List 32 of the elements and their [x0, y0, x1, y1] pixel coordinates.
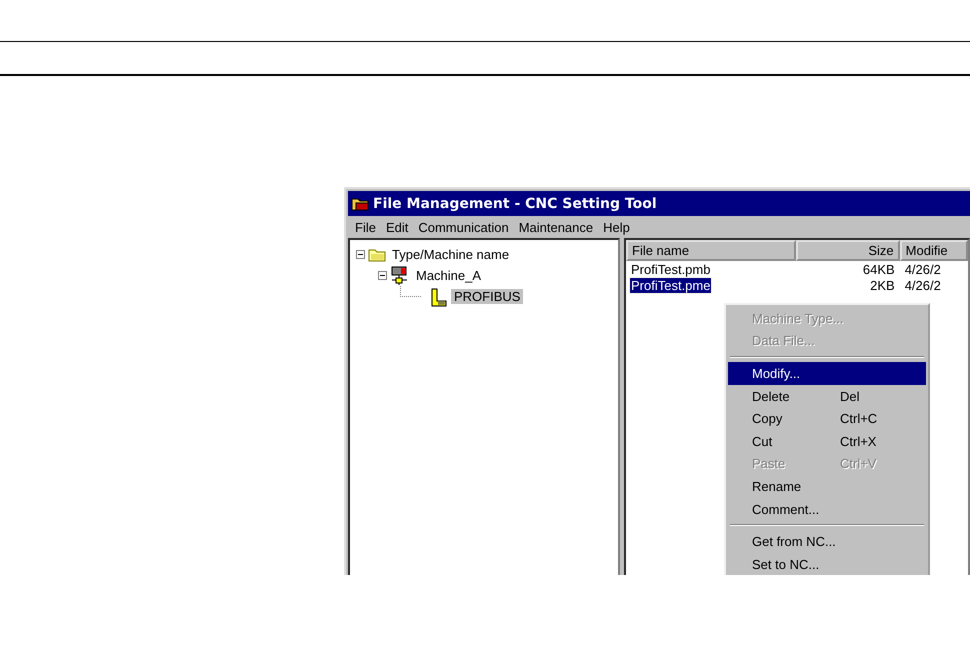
folder-icon [368, 247, 386, 262]
column-header[interactable]: Size [796, 240, 900, 261]
menu-item[interactable]: Set to NC... [728, 552, 926, 575]
table-cell: 2KB [869, 278, 896, 292]
tree-connector [400, 286, 421, 297]
menu-item[interactable]: Copy Ctrl+C [728, 407, 926, 430]
menu-item[interactable]: Communication [415, 220, 512, 234]
menu-item[interactable]: Help [600, 220, 633, 234]
collapse-icon[interactable] [378, 271, 387, 280]
menu-item[interactable]: Edit [382, 220, 412, 234]
table-cell: 4/26/2 [904, 262, 942, 276]
column-header[interactable]: File name [626, 240, 796, 261]
file-name[interactable]: ProfiTest.pme [630, 278, 712, 292]
menu-item[interactable]: Maintenance [516, 220, 596, 234]
window-title: File Management - CNC Setting Tool [373, 196, 657, 212]
tree-item[interactable]: Machine_A [413, 268, 484, 283]
collapse-icon[interactable] [356, 250, 365, 259]
file-name[interactable]: ProfiTest.pmb [630, 262, 712, 276]
menu-item[interactable]: Cut Ctrl+X [728, 430, 926, 453]
menu-item[interactable]: Rename [728, 475, 926, 498]
table-cell: 4/26/2 [904, 278, 942, 292]
menu-item[interactable]: Get from NC... [728, 530, 926, 553]
folder-icon [351, 196, 369, 211]
tree-item[interactable]: PROFIBUS [451, 289, 524, 304]
column-header[interactable]: Modifie [900, 240, 968, 261]
table-cell: 64KB [862, 262, 896, 276]
menu-item[interactable]: Comment... [728, 498, 926, 520]
computer-icon [390, 266, 410, 286]
menu-item[interactable]: File [352, 220, 379, 234]
menu-item[interactable]: Modify... [728, 362, 926, 385]
tree-item[interactable]: Type/Machine name [389, 247, 512, 262]
menu-item[interactable]: Delete Del [728, 384, 926, 408]
